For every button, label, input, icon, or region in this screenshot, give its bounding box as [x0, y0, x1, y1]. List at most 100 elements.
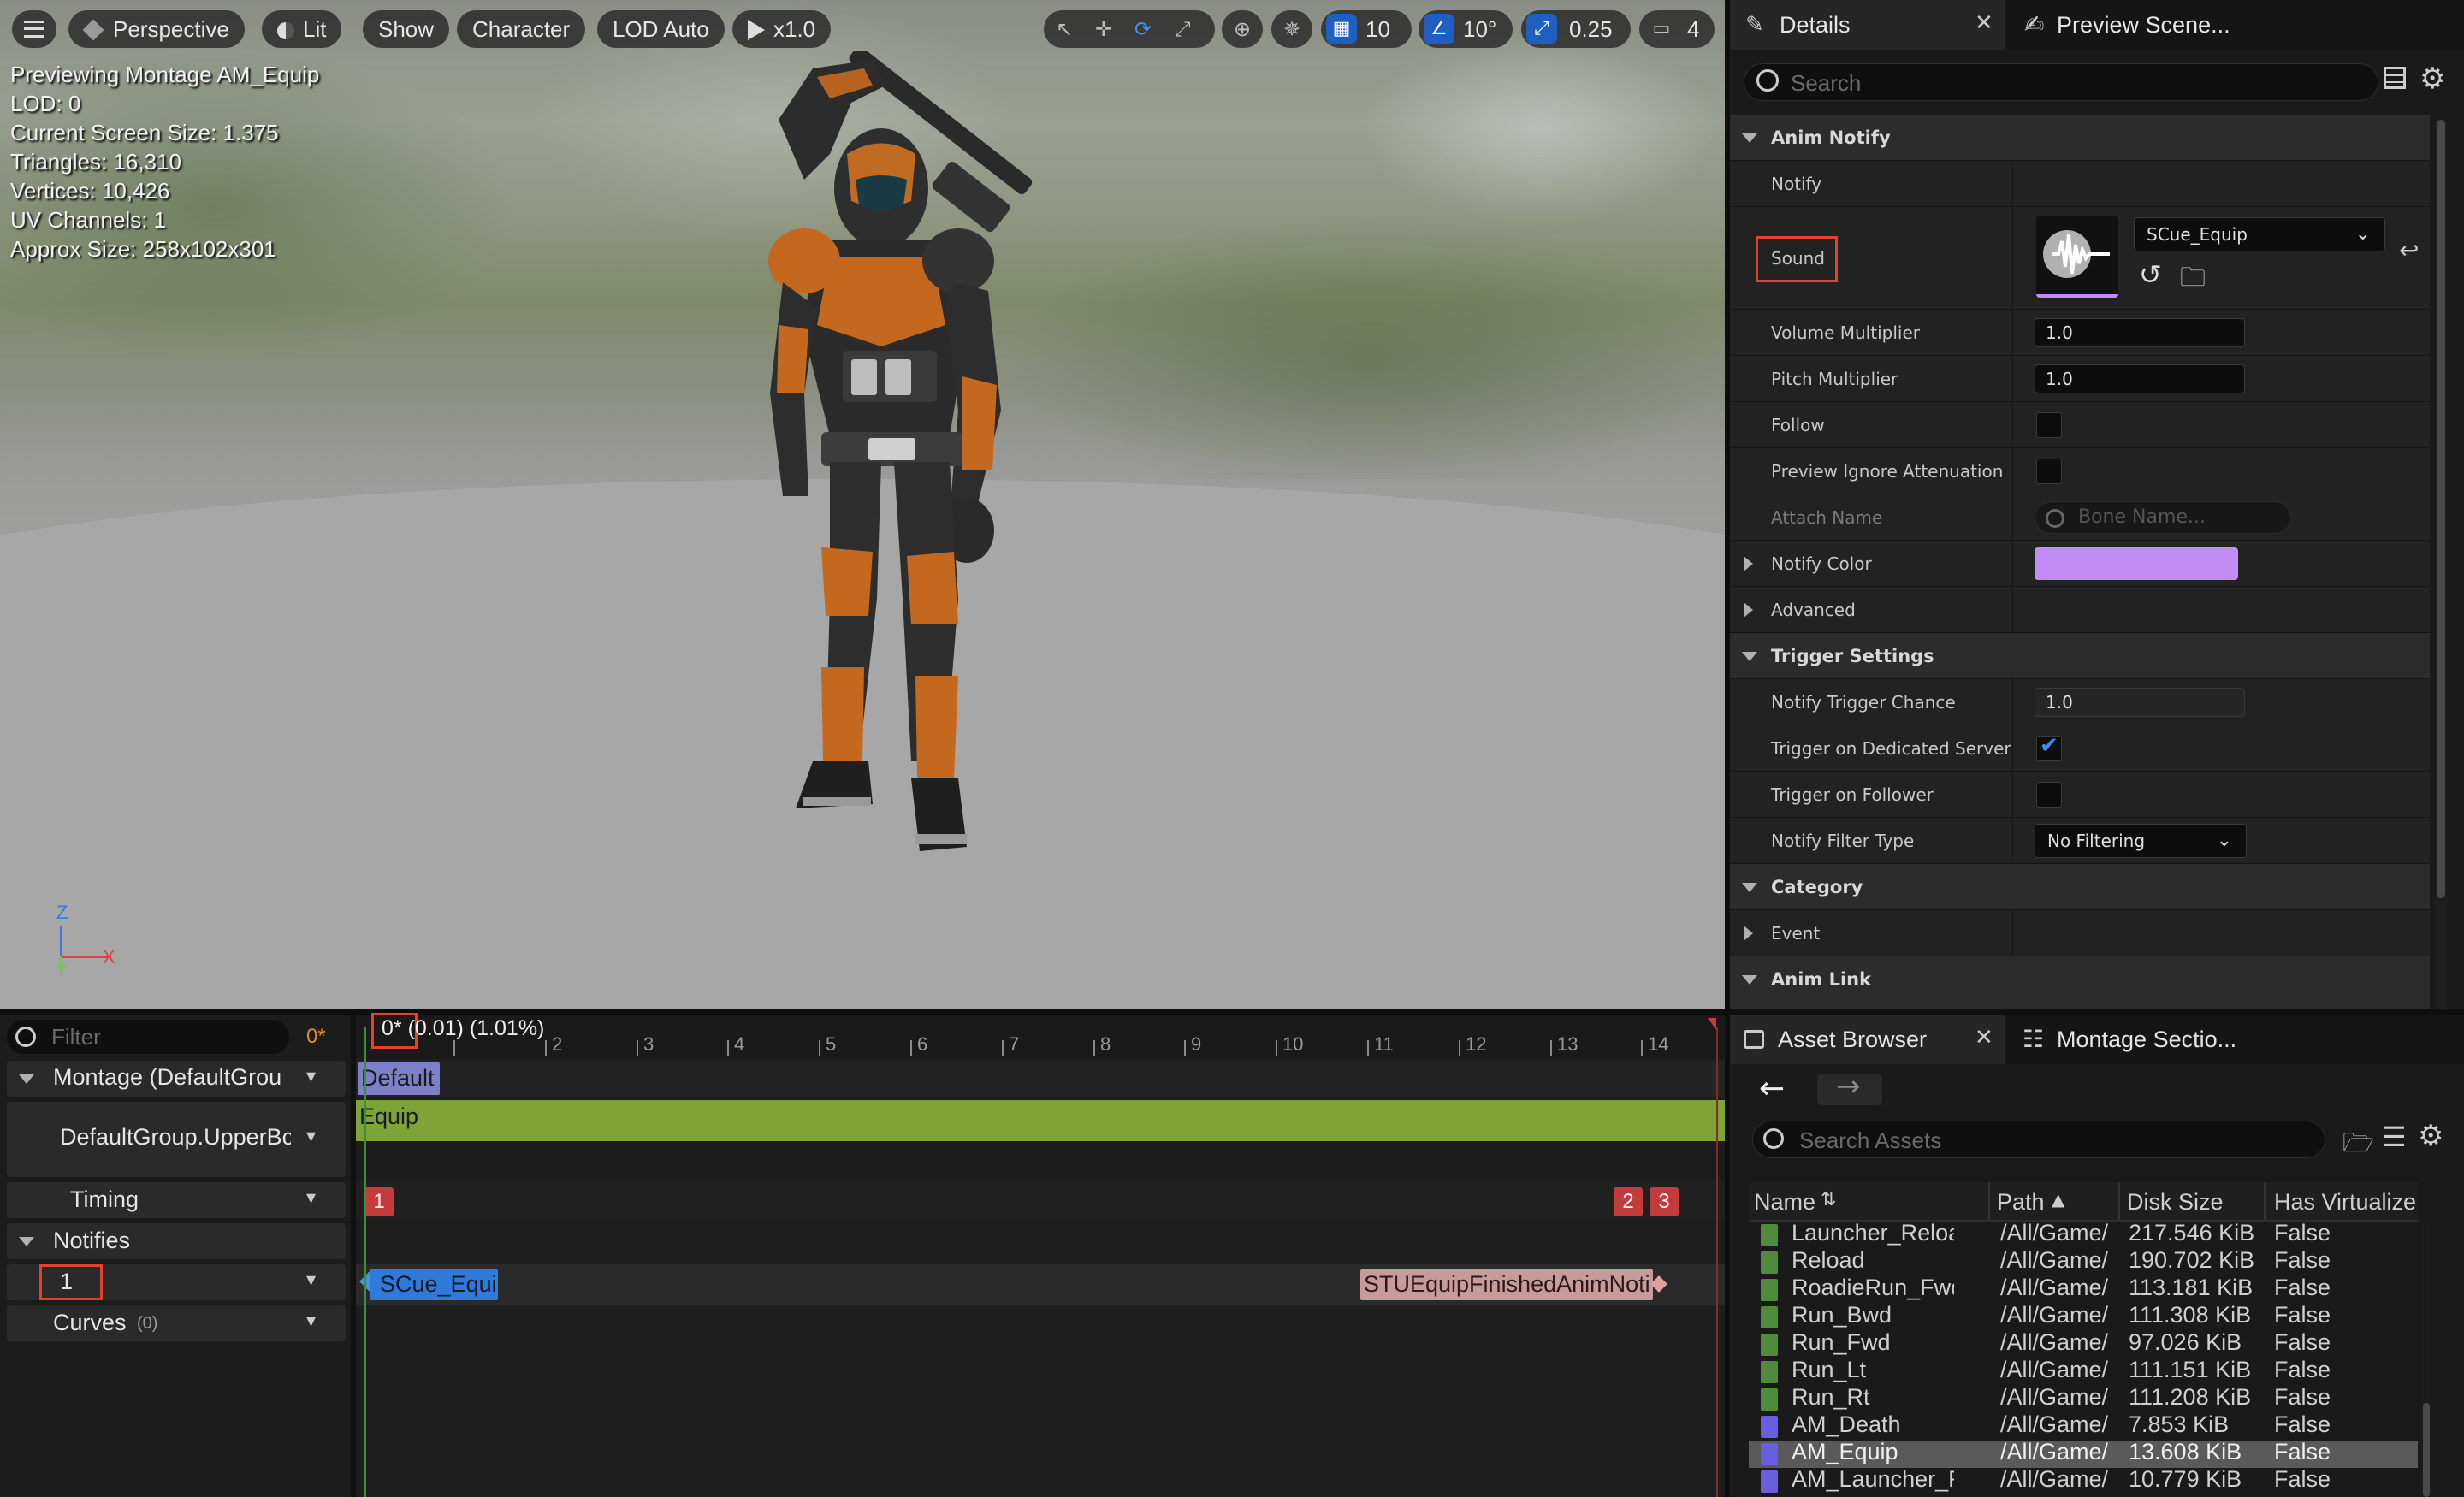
table-view-icon[interactable]	[2384, 67, 2406, 89]
column-path[interactable]: Path	[1997, 1189, 2045, 1216]
camera-speed-control[interactable]: ▭ 4	[1639, 10, 1715, 48]
montage-row[interactable]: Montage (DefaultGrou ▾	[7, 1061, 346, 1097]
timing-marker[interactable]: 3	[1650, 1187, 1679, 1216]
pitch-multiplier-input[interactable]: 1.0	[2035, 364, 2245, 393]
close-icon[interactable]: ✕	[1975, 10, 1993, 36]
sound-thumbnail[interactable]	[2036, 216, 2118, 298]
slot-row[interactable]: DefaultGroup.UpperBc ▾	[7, 1102, 346, 1177]
column-has-virtualized[interactable]: Has Virtualize	[2274, 1189, 2418, 1216]
lod-button[interactable]: LOD Auto	[597, 10, 725, 48]
translate-tool-icon[interactable]: ✛	[1085, 10, 1122, 48]
surface-snap-button[interactable]: ✵	[1271, 10, 1312, 48]
bone-name-input[interactable]: Bone Name...	[2035, 501, 2291, 534]
column-divider[interactable]	[1988, 1182, 1990, 1220]
curves-row[interactable]: Curves (0) ▾	[7, 1305, 346, 1341]
section-default[interactable]: Default	[358, 1062, 440, 1095]
find-in-browser-icon[interactable]: 🗀	[2180, 258, 2206, 302]
section-track[interactable]	[356, 1061, 1725, 1097]
details-scrollbar-thumb[interactable]	[2437, 120, 2445, 898]
notify-track-row[interactable]: 1 ▾	[7, 1264, 346, 1300]
category-trigger-settings[interactable]: Trigger Settings	[1730, 633, 2430, 679]
axis-y-label: Y	[56, 962, 68, 979]
angle-snap-icon: ∠	[1424, 14, 1454, 44]
back-arrow-icon[interactable]: ←	[1759, 1071, 1785, 1106]
prop-advanced[interactable]: Advanced	[1730, 587, 2430, 633]
preview-ignore-attenuation-checkbox[interactable]	[2036, 459, 2062, 484]
slot-empty-area[interactable]	[356, 1141, 1725, 1179]
settings-gear-icon[interactable]: ⚙	[2420, 62, 2445, 96]
scale-snap-control[interactable]: ⤢ 0.25	[1521, 10, 1631, 48]
track-filter-input[interactable]: Filter	[7, 1020, 289, 1054]
prop-event[interactable]: Event	[1730, 910, 2430, 956]
reset-to-default-icon[interactable]: ↩	[2399, 236, 2419, 264]
filter-icon[interactable]: ☰	[2382, 1121, 2407, 1153]
prop-notify-color[interactable]: Notify Color	[1730, 541, 2430, 587]
filter-type-dropdown[interactable]: No Filtering ⌄	[2035, 824, 2247, 858]
animation-asset-icon	[1761, 1388, 1778, 1411]
asset-search-input[interactable]: Search Assets	[1752, 1121, 2325, 1158]
local-space-button[interactable]: ⊕	[1222, 10, 1263, 48]
settings-gear-icon[interactable]: ⚙	[2418, 1119, 2443, 1153]
category-category[interactable]: Category	[1730, 864, 2430, 910]
chevron-down-icon[interactable]: ▾	[306, 1126, 316, 1147]
follow-checkbox[interactable]	[2036, 412, 2062, 438]
notifies-row[interactable]: Notifies	[7, 1223, 346, 1259]
column-divider[interactable]	[2118, 1182, 2120, 1220]
timing-marker[interactable]: 1	[364, 1187, 394, 1216]
timing-row[interactable]: Timing ▾	[7, 1182, 346, 1218]
select-tool-icon[interactable]: ↖	[1045, 10, 1083, 48]
dedicated-server-checkbox[interactable]: ✔	[2036, 733, 2062, 761]
chevron-down-icon[interactable]: ▾	[306, 1066, 316, 1087]
ruler-tick	[727, 1040, 729, 1056]
rotate-tool-icon[interactable]: ⟳	[1124, 10, 1162, 48]
segment-equip-label: Equip	[359, 1104, 419, 1129]
asset-scrollbar-track[interactable]	[2421, 1223, 2431, 1497]
trigger-chance-slider[interactable]: 1.0	[2035, 688, 2245, 717]
details-scrollbar-track[interactable]	[2435, 120, 2447, 1009]
character-mesh[interactable]	[702, 51, 1061, 1009]
browse-arrow-icon[interactable]: ↺	[2139, 258, 2162, 291]
character-button[interactable]: Character	[457, 10, 586, 48]
notify-color-swatch[interactable]	[2035, 547, 2238, 580]
tab-asset-browser[interactable]: Asset Browser ✕	[1730, 1015, 2005, 1064]
column-name[interactable]: Name	[1754, 1189, 1815, 1216]
asset-scrollbar-thumb[interactable]	[2423, 1403, 2430, 1497]
category-anim-notify[interactable]: Anim Notify	[1730, 115, 2430, 161]
close-icon[interactable]: ✕	[1975, 1025, 1993, 1050]
column-divider[interactable]	[2264, 1182, 2266, 1220]
trigger-follower-checkbox[interactable]	[2036, 782, 2062, 808]
show-button[interactable]: Show	[363, 10, 450, 48]
viewport-menu-button[interactable]	[12, 10, 56, 48]
world-space-icon: ⊕	[1233, 17, 1252, 41]
forward-button[interactable]: →	[1817, 1069, 1882, 1105]
volume-multiplier-input[interactable]: 1.0	[2035, 318, 2245, 347]
sound-asset-picker[interactable]: SCue_Equip ⌄	[2134, 217, 2385, 251]
asset-cell-name: Run_Bwd	[1792, 1302, 1892, 1328]
chevron-down-icon[interactable]: ▾	[306, 1311, 316, 1332]
timing-track[interactable]	[356, 1182, 1725, 1218]
scale-tool-icon[interactable]: ⤢	[1164, 10, 1201, 48]
grid-snap-control[interactable]: ▦ 10	[1321, 10, 1412, 48]
ruler-number: 12	[1466, 1033, 1487, 1055]
lit-button[interactable]: Lit	[262, 10, 342, 48]
chevron-down-icon[interactable]: ▾	[306, 1269, 316, 1291]
tab-montage-sections[interactable]: ☷ Montage Sectio...	[2017, 1015, 2274, 1064]
asset-cell-path: /All/Game/	[2000, 1329, 2109, 1355]
asset-cell-virt: False	[2274, 1439, 2331, 1464]
timing-marker[interactable]: 2	[1614, 1187, 1643, 1216]
tab-details[interactable]: ✎ Details ✕	[1730, 0, 2005, 50]
notify-finished-event[interactable]: STUEquipFinishedAnimNoti	[1360, 1269, 1653, 1300]
play-speed-button[interactable]: x1.0	[732, 10, 832, 48]
column-disk-size[interactable]: Disk Size	[2127, 1189, 2224, 1216]
segment-equip[interactable]: Equip	[356, 1100, 1725, 1141]
category-anim-link[interactable]: Anim Link	[1730, 956, 2430, 1009]
perspective-button[interactable]: Perspective	[68, 10, 245, 48]
viewport[interactable]: Previewing Montage AM_Equip LOD: 0 Curre…	[0, 0, 1725, 1009]
folder-icon[interactable]: 🗁	[2343, 1124, 2374, 1168]
chevron-down-icon[interactable]: ▾	[306, 1187, 316, 1209]
notify-sound-event[interactable]: SCue_Equip	[370, 1269, 498, 1300]
playhead-line[interactable]	[364, 1027, 366, 1497]
tab-preview-scene[interactable]: ✍ Preview Scene...	[2017, 0, 2240, 50]
details-search-input[interactable]: Search	[1744, 63, 2378, 101]
rotation-snap-control[interactable]: ∠ 10°	[1419, 10, 1513, 48]
